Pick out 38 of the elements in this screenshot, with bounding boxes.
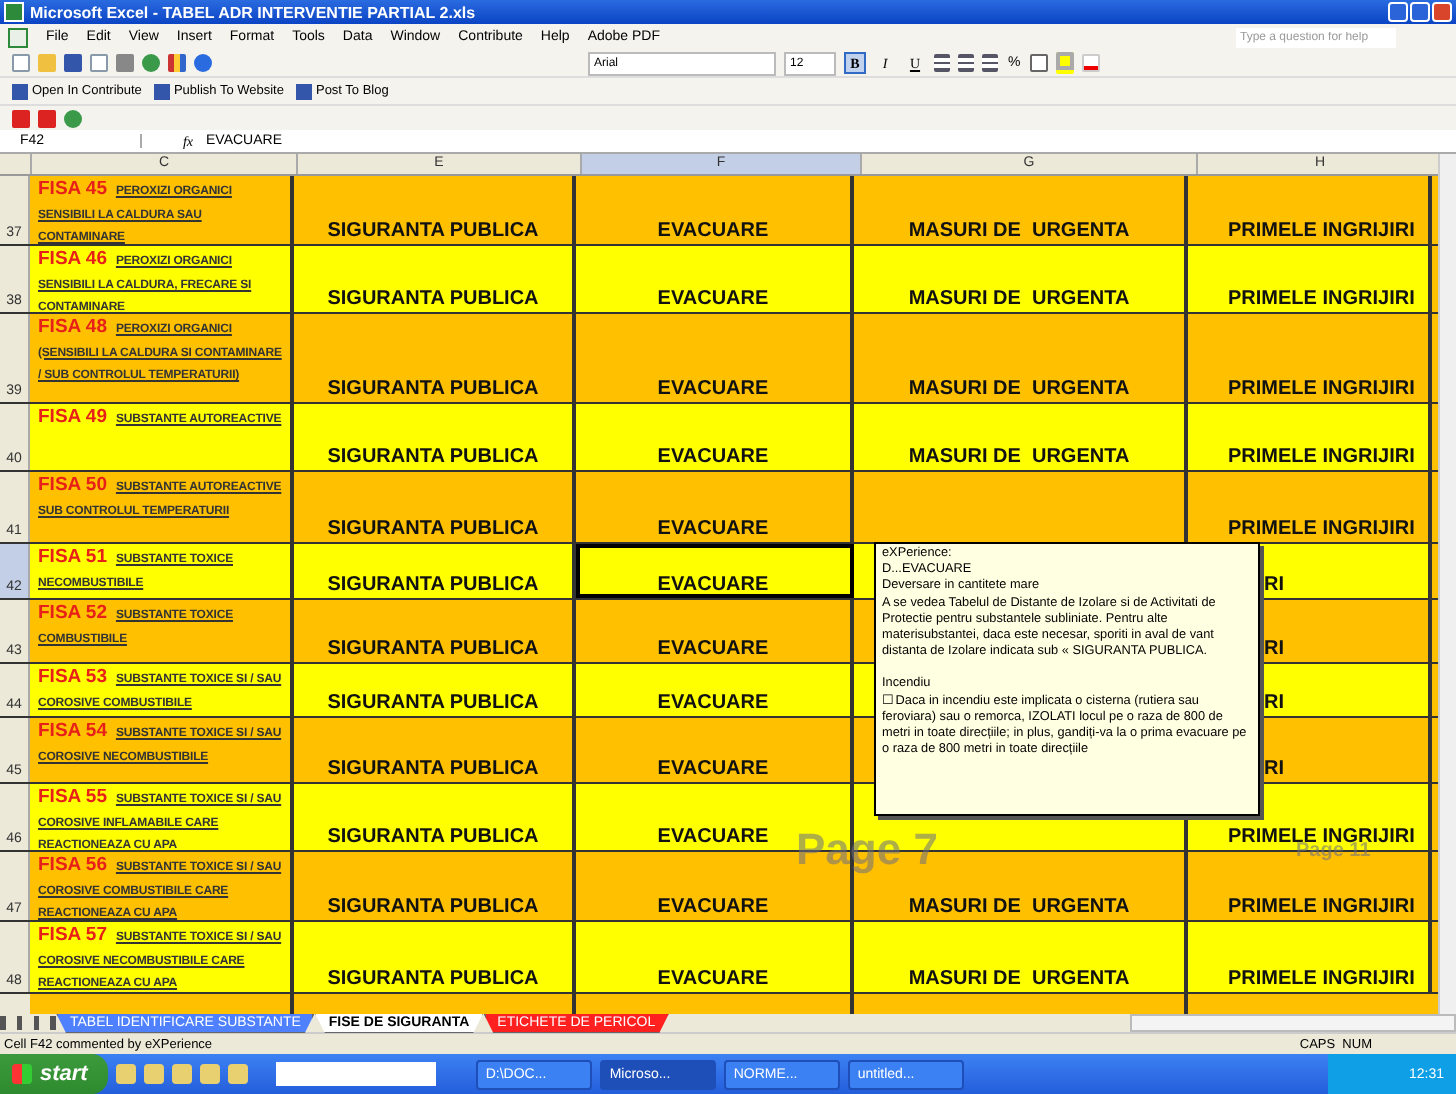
quick-launch-icon[interactable] (143, 1064, 164, 1084)
align-left-icon[interactable] (934, 54, 950, 72)
table-cell: EVACUARE (576, 544, 854, 598)
table-cell: SIGURANTA PUBLICA (294, 784, 576, 850)
document-icon[interactable] (12, 54, 30, 72)
close-button[interactable] (1432, 2, 1452, 22)
table-cell: PRIMELE INGRIJIRI (1188, 404, 1432, 470)
table-cell: EVACUARE (576, 404, 854, 470)
table-cell: EVACUARE (576, 246, 854, 312)
quick-launch-icon[interactable] (199, 1064, 220, 1084)
quick-launch-icon[interactable] (171, 1064, 192, 1084)
window-title: Microsoft Excel - TABEL ADR INTERVENTIE PARTIAL 2.xls (30, 3, 478, 21)
borders-icon[interactable] (1030, 54, 1049, 72)
quick-launch-icon[interactable] (227, 1064, 248, 1084)
table-cell: MASURI DE URGENTA (854, 246, 1188, 312)
font-color-icon[interactable] (1082, 54, 1101, 72)
table-cell: SIGURANTA PUBLICA (294, 404, 576, 470)
align-center-icon[interactable] (958, 54, 974, 72)
sheet-navigation-icon[interactable] (0, 1016, 56, 1030)
table-cell: SIGURANTA PUBLICA (294, 922, 576, 992)
table-cell: MASURI DE URGENTA (854, 922, 1188, 992)
table-cell: SIGURANTA PUBLICA (294, 246, 576, 312)
maximize-button[interactable] (1410, 2, 1430, 22)
table-cell: PRIMELE INGRIJIRI (1188, 922, 1432, 992)
fill-color-icon[interactable] (1056, 52, 1075, 74)
table-cell: SIGURANTA PUBLICA (294, 664, 576, 716)
table-cell: SIGURANTA PUBLICA (294, 544, 576, 598)
align-right-icon[interactable] (982, 54, 998, 72)
table-cell: EVACUARE (576, 664, 854, 716)
minimize-button[interactable] (1388, 2, 1408, 22)
horizontal-scrollbar[interactable] (1129, 1014, 1456, 1032)
table-cell: PRIMELE INGRIJIRI (1188, 246, 1432, 312)
vertical-scrollbar[interactable] (1438, 154, 1456, 1014)
quick-launch-icon[interactable] (115, 1064, 136, 1084)
document-icon[interactable] (90, 54, 108, 72)
table-cell: MASURI DE URGENTA (854, 404, 1188, 470)
start-button[interactable]: start (0, 1054, 108, 1094)
table-cell: EVACUARE (576, 922, 854, 992)
